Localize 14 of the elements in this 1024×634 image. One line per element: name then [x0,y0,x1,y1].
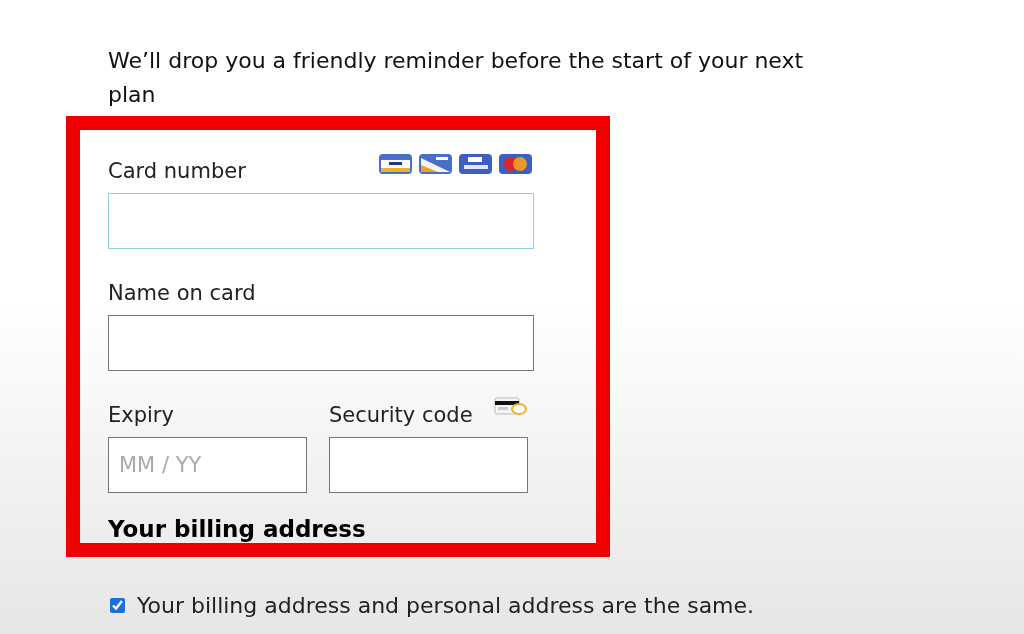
section-heading: Your billing address [108,515,367,543]
field-label: Expiry [108,402,174,429]
input-field[interactable]: MM / YY [108,437,307,493]
card-back-icon [494,397,528,415]
card-logos-icon [378,153,534,175]
field-label: Security code [329,402,473,429]
reminder-text: We’ll drop you a friendly reminder before the start of your next plan [108,47,805,109]
input-field[interactable] [329,437,528,493]
checkbox-label: Your billing address and personal address are the same. [137,593,755,618]
input-field[interactable] [108,193,534,249]
field-label: Card number [108,158,246,185]
same-address-checkbox[interactable] [110,598,125,613]
field-label: Name on card [108,280,256,307]
input-field[interactable] [108,315,534,371]
